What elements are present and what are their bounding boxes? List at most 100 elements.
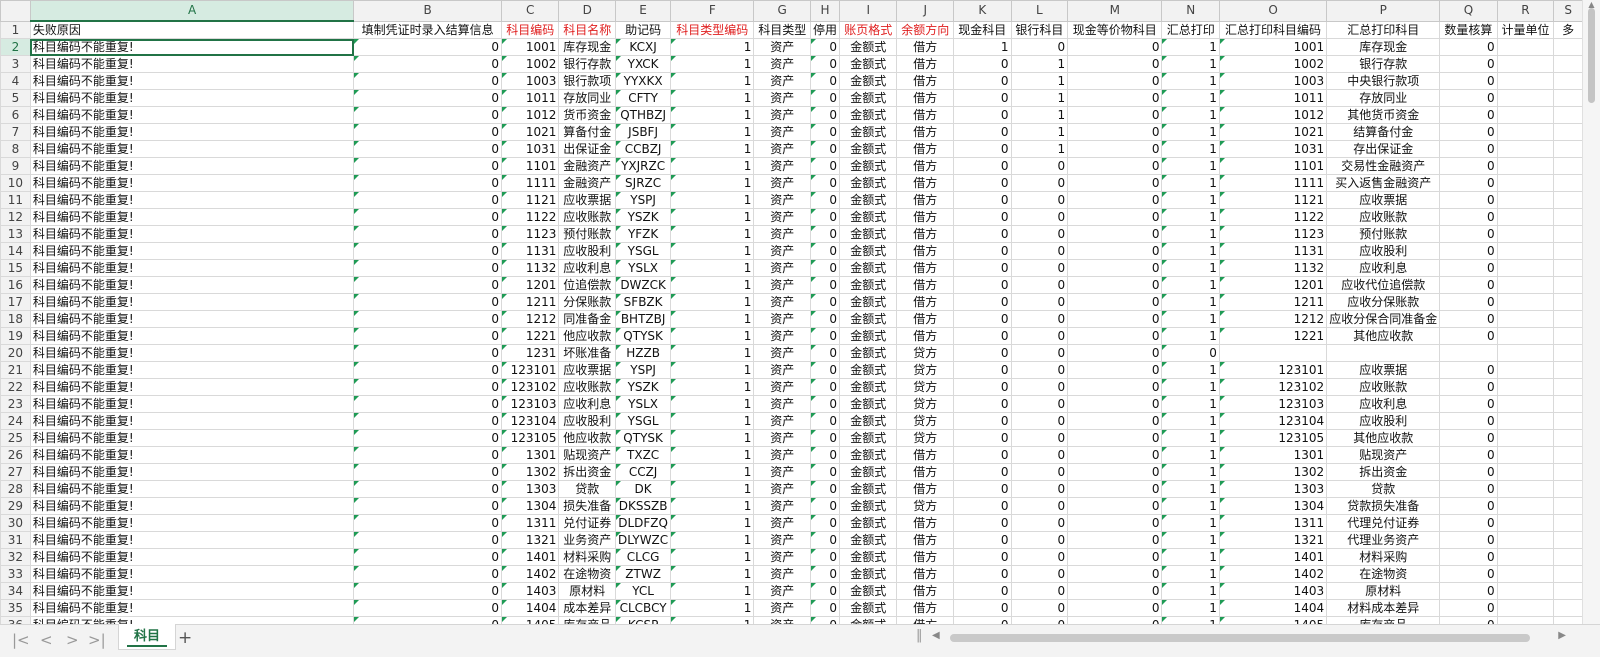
cell-F6[interactable]: 1 [670,106,755,124]
cell-E35[interactable]: CLCBCY [615,599,672,617]
cell-B15[interactable]: 0 [353,259,502,277]
cell-G20[interactable]: 资产 [753,344,811,362]
cell-R30[interactable] [1496,514,1555,532]
cell-R33[interactable] [1496,565,1555,583]
cell-L15[interactable]: 0 [1010,259,1069,277]
cell-O22[interactable]: 123102 [1218,378,1328,396]
cell-Q25[interactable]: 0 [1439,429,1498,447]
cell-M33[interactable]: 0 [1067,565,1163,583]
cell-S29[interactable] [1553,497,1583,515]
cell-R27[interactable] [1496,463,1555,481]
cell-C30[interactable]: 1311 [500,514,560,532]
cell-P10[interactable]: 买入返售金融资产 [1326,174,1441,192]
row-header-9[interactable]: 9 [0,157,31,175]
cell-I8[interactable]: 金额式 [839,140,898,158]
cell-K26[interactable]: 0 [953,446,1012,464]
cell-H22[interactable]: 0 [809,378,841,396]
cell-M29[interactable]: 0 [1067,497,1163,515]
cell-G26[interactable]: 资产 [753,446,811,464]
cell-H6[interactable]: 0 [809,106,841,124]
cell-M10[interactable]: 0 [1067,174,1163,192]
cell-K16[interactable]: 0 [953,276,1012,294]
cell-C2[interactable]: 1001 [500,38,560,56]
cell-H27[interactable]: 0 [809,463,841,481]
cell-D10[interactable]: 金融资产 [558,174,617,192]
cell-C12[interactable]: 1122 [500,208,560,226]
cell-B11[interactable]: 0 [353,191,502,209]
cell-D5[interactable]: 存放同业 [558,89,617,107]
cell-N21[interactable]: 1 [1161,361,1220,379]
cell-J16[interactable]: 借方 [896,276,955,294]
cell-R34[interactable] [1496,582,1555,600]
cell-J21[interactable]: 贷方 [896,361,955,379]
cell-L34[interactable]: 0 [1010,582,1069,600]
cell-N32[interactable]: 1 [1161,548,1220,566]
cell-F10[interactable]: 1 [670,174,755,192]
cell-J6[interactable]: 借方 [896,106,955,124]
cell-M26[interactable]: 0 [1067,446,1163,464]
row-header-11[interactable]: 11 [0,191,31,209]
cell-S9[interactable] [1553,157,1583,175]
cell-A17[interactable]: 科目编码不能重复! [29,293,355,311]
cell-I30[interactable]: 金额式 [839,514,898,532]
cell-R21[interactable] [1496,361,1555,379]
cell-P27[interactable]: 拆出资金 [1326,463,1441,481]
cell-P2[interactable]: 库存现金 [1326,38,1441,56]
cell-J15[interactable]: 借方 [896,259,955,277]
cell-F36[interactable]: 1 [670,616,755,624]
cell-R15[interactable] [1496,259,1555,277]
vertical-scroll-thumb[interactable] [1588,8,1595,103]
cell-R24[interactable] [1496,412,1555,430]
cell-E1[interactable]: 助记码 [615,20,672,39]
cell-E7[interactable]: JSBFJ [615,123,672,141]
cell-Q18[interactable]: 0 [1439,310,1498,328]
cell-M9[interactable]: 0 [1067,157,1163,175]
cell-F12[interactable]: 1 [670,208,755,226]
cell-M24[interactable]: 0 [1067,412,1163,430]
cell-N16[interactable]: 1 [1161,276,1220,294]
cell-R14[interactable] [1496,242,1555,260]
cell-C16[interactable]: 1201 [500,276,560,294]
cell-D22[interactable]: 应收账款 [558,378,617,396]
cell-O8[interactable]: 1031 [1218,140,1328,158]
cell-E9[interactable]: YXJRZC [615,157,672,175]
cell-H20[interactable]: 0 [809,344,841,362]
cell-E26[interactable]: TXZC [615,446,672,464]
cell-K28[interactable]: 0 [953,480,1012,498]
row-header-22[interactable]: 22 [0,378,31,396]
cell-C22[interactable]: 123102 [500,378,560,396]
cell-F2[interactable]: 1 [670,38,755,56]
cell-O11[interactable]: 1121 [1218,191,1328,209]
cell-J12[interactable]: 借方 [896,208,955,226]
row-header-12[interactable]: 12 [0,208,31,226]
cell-N22[interactable]: 1 [1161,378,1220,396]
cell-F7[interactable]: 1 [670,123,755,141]
cell-P12[interactable]: 应收账款 [1326,208,1441,226]
cell-E5[interactable]: CFTY [615,89,672,107]
cell-B28[interactable]: 0 [353,480,502,498]
cell-H1[interactable]: 停用 [809,20,841,39]
cell-D11[interactable]: 应收票据 [558,191,617,209]
row-header-16[interactable]: 16 [0,276,31,294]
cell-H25[interactable]: 0 [809,429,841,447]
cell-C18[interactable]: 1212 [500,310,560,328]
cell-M1[interactable]: 现金等价物科目 [1067,20,1163,39]
cell-R11[interactable] [1496,191,1555,209]
add-sheet-button[interactable]: + [178,628,192,648]
row-header-23[interactable]: 23 [0,395,31,413]
cell-D9[interactable]: 金融资产 [558,157,617,175]
cell-I3[interactable]: 金额式 [839,55,898,73]
row-header-7[interactable]: 7 [0,123,31,141]
cell-K21[interactable]: 0 [953,361,1012,379]
cell-O31[interactable]: 1321 [1218,531,1328,549]
cell-B31[interactable]: 0 [353,531,502,549]
cell-M23[interactable]: 0 [1067,395,1163,413]
cell-D2[interactable]: 库存现金 [558,38,617,56]
cell-A19[interactable]: 科目编码不能重复! [29,327,355,345]
cell-H2[interactable]: 0 [809,38,841,56]
cell-I11[interactable]: 金额式 [839,191,898,209]
cell-D12[interactable]: 应收账款 [558,208,617,226]
cell-C9[interactable]: 1101 [500,157,560,175]
cell-D19[interactable]: 他应收款 [558,327,617,345]
cell-D24[interactable]: 应收股利 [558,412,617,430]
